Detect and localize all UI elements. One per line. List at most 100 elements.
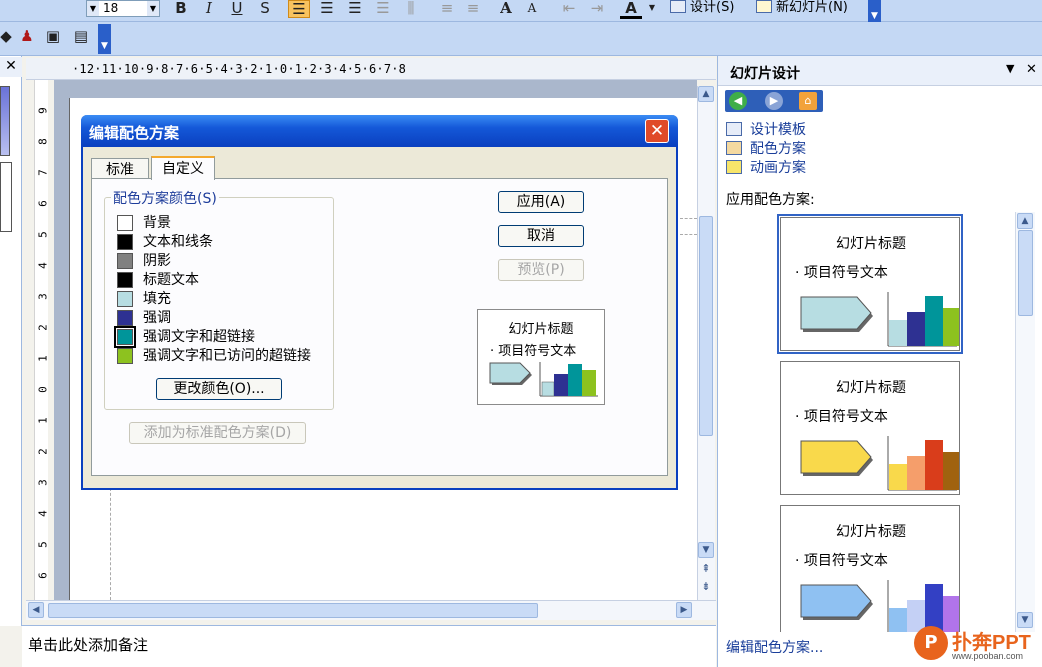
chevron-down-icon[interactable]: ▼ [87, 1, 99, 16]
toolbar-options-icon[interactable]: ▼ [868, 0, 881, 22]
user-icon[interactable]: ♟ [18, 28, 36, 46]
shadow-button[interactable]: S [256, 0, 274, 18]
close-icon[interactable]: ✕ [1026, 62, 1037, 77]
scroll-thumb[interactable] [699, 216, 713, 436]
new-slide-button[interactable]: 新幻灯片(N) [756, 0, 848, 15]
increase-font-button[interactable]: A [496, 0, 516, 18]
increase-indent-button[interactable]: ⇥ [586, 0, 608, 18]
color-swatch[interactable] [117, 348, 133, 364]
scroll-right-icon[interactable]: ▶ [676, 602, 692, 618]
color-swatch[interactable] [117, 310, 133, 326]
close-button[interactable]: ✕ [645, 119, 669, 143]
edit-color-scheme-dialog: 编辑配色方案 ✕ 标准 自定义 配色方案颜色(S) 背景 文本和线条 阴影 标题文本填… [81, 115, 678, 490]
color-scheme-thumbnail[interactable]: 幻灯片标题 · 项目符号文本 [777, 214, 963, 354]
preview-bullet: · 项目符号文本 [490, 344, 577, 359]
change-color-button[interactable]: 更改颜色(O)... [156, 378, 282, 400]
group-label: 配色方案颜色(S) [111, 188, 219, 208]
color-swatch[interactable] [114, 326, 136, 348]
bullets-button[interactable]: ≡ [462, 0, 484, 18]
logo-icon: P [914, 626, 948, 660]
new-slide-icon [756, 0, 772, 13]
scheme-title: 幻灯片标题 [836, 524, 906, 540]
animation-schemes-link[interactable]: 动画方案 [726, 159, 806, 177]
bar [889, 464, 907, 490]
color-schemes-link[interactable]: 配色方案 [726, 140, 806, 158]
ruler-tick-label: 1 [36, 355, 50, 362]
font-size-value: 18 [103, 1, 119, 15]
italic-button[interactable]: I [200, 0, 218, 18]
toolbar-options-icon[interactable]: ▼ [98, 24, 111, 54]
bold-button[interactable]: B [172, 0, 190, 18]
scheme-list-scrollbar[interactable]: ▲ ▼ [1015, 212, 1035, 632]
scroll-thumb[interactable] [1018, 230, 1033, 316]
slide-vertical-scrollbar[interactable]: ▲ ▼ ⇞ ⇟ [697, 86, 715, 600]
distribute-button[interactable]: ⫼ [400, 0, 422, 18]
font-size-select[interactable]: ▼ 18 ▼ [86, 0, 160, 17]
tab-custom[interactable]: 自定义 [151, 156, 215, 180]
watermark-url: www.pooban.com [952, 651, 1024, 661]
back-icon[interactable]: ◀ [729, 92, 747, 110]
dialog-title: 编辑配色方案 [89, 124, 180, 142]
dialog-title-bar[interactable]: 编辑配色方案 ✕ [81, 115, 678, 147]
chevron-down-icon[interactable]: ▼ [147, 1, 159, 16]
scroll-thumb[interactable] [48, 603, 538, 618]
numbering-button[interactable]: ≡ [436, 0, 458, 18]
color-label: 强调文字和超链接 [143, 329, 255, 345]
scroll-up-icon[interactable]: ▲ [698, 86, 714, 102]
color-swatch[interactable] [117, 291, 133, 307]
custom-tab-panel: 配色方案颜色(S) 背景 文本和线条 阴影 标题文本 填充 强调 强调文字和超链接 强调文字和… [91, 178, 668, 476]
scroll-down-icon[interactable]: ▼ [698, 542, 714, 558]
color-label: 背景 [143, 215, 171, 231]
slide-horizontal-scrollbar[interactable]: ◀ ▶ [26, 600, 716, 620]
ruler-tick-label: 0 [36, 386, 50, 393]
color-scheme-thumbnail[interactable]: 幻灯片标题 · 项目符号文本 [780, 505, 960, 632]
task-pane-menu-icon[interactable]: ▼ [1006, 62, 1014, 75]
align-left-button[interactable]: ☰ [288, 0, 310, 18]
add-as-standard-button[interactable]: 添加为标准配色方案(D) [129, 422, 306, 444]
monitor-icon[interactable]: ▣ [44, 28, 62, 46]
scroll-left-icon[interactable]: ◀ [28, 602, 44, 618]
align-center-button[interactable]: ☰ [316, 0, 338, 18]
color-label: 强调 [143, 310, 171, 326]
design-button[interactable]: 设计(S) [670, 0, 734, 15]
pointer-icon[interactable]: ◆ [0, 28, 12, 46]
edit-color-scheme-link[interactable]: 编辑配色方案... [726, 637, 823, 657]
color-scheme-thumbnail[interactable]: 幻灯片标题 · 项目符号文本 [780, 361, 960, 495]
chevron-down-icon[interactable]: ▼ [646, 0, 658, 18]
home-icon[interactable]: ⌂ [799, 92, 817, 110]
color-swatch[interactable] [117, 272, 133, 288]
color-swatch[interactable] [117, 215, 133, 231]
ruler-tick-label: 3 [36, 293, 50, 300]
next-slide-icon[interactable]: ⇟ [698, 580, 714, 596]
decrease-indent-button[interactable]: ⇤ [558, 0, 580, 18]
slide-show-icon[interactable]: ▤ [72, 28, 90, 46]
previous-slide-icon[interactable]: ⇞ [698, 562, 714, 578]
tab-standard[interactable]: 标准 [91, 158, 149, 180]
scroll-up-icon[interactable]: ▲ [1017, 213, 1033, 229]
color-label: 文本和线条 [143, 234, 213, 250]
preview-graphic [489, 362, 598, 397]
ruler-tick-label: 8 [36, 138, 50, 145]
underline-button[interactable]: U [228, 0, 246, 18]
arrow-shape [800, 584, 872, 618]
slide-thumbnail[interactable] [0, 86, 10, 156]
justify-button[interactable]: ☰ [372, 0, 394, 18]
bar [943, 452, 959, 490]
apply-scheme-label: 应用配色方案: [726, 192, 815, 208]
decrease-font-button[interactable]: A [522, 0, 542, 18]
notes-pane[interactable]: 单击此处添加备注 [22, 625, 716, 667]
font-color-button[interactable]: A [620, 0, 642, 19]
drawing-toolbar: ◆ ♟ ▣ ▤ ▼ [0, 22, 1042, 56]
close-icon[interactable]: ✕ [0, 57, 22, 77]
apply-button[interactable]: 应用(A) [498, 191, 584, 213]
preview-button[interactable]: 预览(P) [498, 259, 584, 281]
slide-thumbnail[interactable] [0, 162, 12, 232]
forward-icon[interactable]: ▶ [765, 92, 783, 110]
color-swatch[interactable] [117, 234, 133, 250]
bar [925, 440, 943, 490]
color-swatch[interactable] [117, 253, 133, 269]
design-templates-link[interactable]: 设计模板 [726, 121, 806, 139]
align-right-button[interactable]: ☰ [344, 0, 366, 18]
ruler-tick-label: 1 [36, 417, 50, 424]
cancel-button[interactable]: 取消 [498, 225, 584, 247]
